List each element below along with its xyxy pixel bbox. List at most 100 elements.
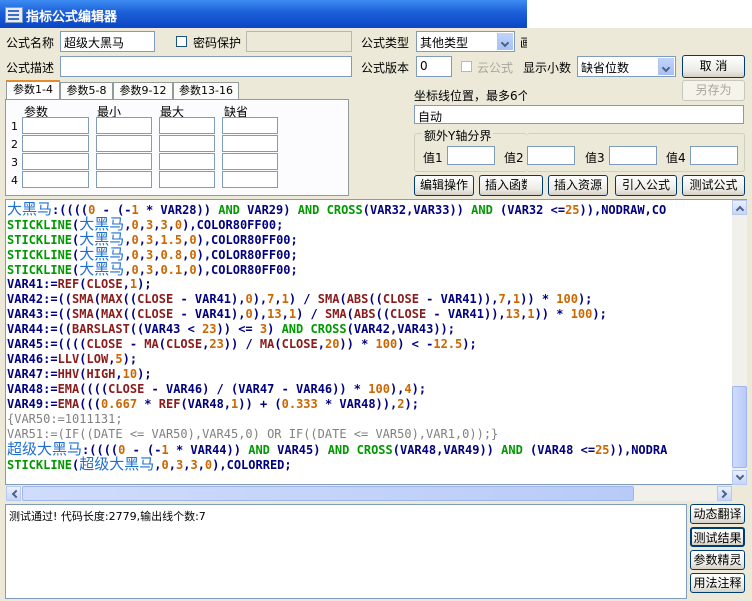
code-token: )),NODRAW,CO: [579, 203, 667, 217]
axis-position-input-ext[interactable]: [527, 105, 744, 124]
code-token: STICKLINE: [7, 218, 73, 232]
tab-params-13-16[interactable]: 参数13-16: [173, 82, 239, 99]
test-result-button[interactable]: 测试结果: [690, 527, 745, 547]
extra-y-value4-input[interactable]: [690, 146, 738, 165]
code-token: VAR46:=: [7, 352, 58, 366]
code-token: ),: [252, 292, 268, 306]
chevron-down-icon[interactable]: [497, 33, 513, 50]
draw-method-label: 画: [520, 36, 527, 50]
formula-desc-input[interactable]: [60, 56, 352, 77]
code-token: ,: [124, 263, 132, 277]
formula-name-input[interactable]: 超级大黑马: [60, 31, 155, 52]
import-formula-button[interactable]: 引入公式: [615, 175, 677, 196]
formula-version-input[interactable]: 0: [416, 56, 452, 77]
code-token: - VAR41)),: [426, 307, 506, 321]
code-line[interactable]: STICKLINE(大黑马,0,3,1.5,0),COLOR80FF00;: [7, 232, 298, 248]
param-3-max-input[interactable]: [159, 153, 215, 170]
code-line[interactable]: VAR45:=((((CLOSE - MA(CLOSE,23)) / MA(CL…: [7, 337, 477, 352]
password-checkbox[interactable]: [176, 36, 187, 47]
extra-y-value2-input-ext[interactable]: [527, 146, 575, 165]
param-1-name-input[interactable]: [22, 117, 89, 134]
code-line[interactable]: VAR43:=((SMA(MAX((CLOSE - VAR41),0),13,1…: [7, 307, 607, 322]
code-token: VAR47:=: [7, 367, 58, 381]
param-2-name-input[interactable]: [22, 135, 89, 152]
code-token: ((: [122, 292, 138, 306]
save-as-button[interactable]: 另存为: [682, 80, 745, 101]
code-token: ),COLOR80FF00;: [182, 218, 284, 232]
insert-function-button[interactable]: 插入函数: [479, 175, 527, 196]
cancel-button[interactable]: 取 消: [682, 55, 745, 78]
code-token: AND: [248, 443, 270, 457]
code-line[interactable]: VAR47:=HHV(HIGH,10);: [7, 367, 152, 382]
param-4-name-input[interactable]: [22, 171, 89, 188]
desktop-background: [527, 0, 752, 28]
password-label: 密码保护: [193, 36, 242, 50]
param-1-min-input[interactable]: [96, 117, 152, 134]
extra-y-value2-label: 值2: [504, 151, 524, 165]
code-token: CLOSE: [165, 337, 203, 351]
code-line[interactable]: VAR42:=((SMA(MAX((CLOSE - VAR41),0),7,1)…: [7, 292, 592, 307]
tab-params-9-12[interactable]: 参数9-12: [113, 82, 173, 99]
decimals-select[interactable]: 缺省位数: [577, 56, 676, 77]
param-2-default-input[interactable]: [222, 135, 278, 152]
param-2-max-input[interactable]: [159, 135, 215, 152]
edit-operation-button[interactable]: 编辑操作: [414, 175, 474, 196]
scroll-left-arrow-icon[interactable]: [6, 486, 21, 501]
horizontal-scroll-thumb[interactable]: [22, 486, 634, 501]
chevron-down-icon[interactable]: [658, 58, 674, 75]
code-line[interactable]: VAR49:=EMA(((0.667 * REF(VAR48,1)) + (0.…: [7, 397, 419, 412]
code-token: CLOSE: [382, 292, 419, 306]
code-token: - VAR41),: [173, 307, 246, 321]
tab-params-1-4[interactable]: 参数1-4: [6, 80, 60, 100]
dynamic-translate-button[interactable]: 动态翻译: [690, 504, 745, 524]
code-line[interactable]: VAR48:=EMA((((CLOSE - VAR46) / (VAR47 - …: [7, 382, 426, 397]
scroll-right-arrow-icon[interactable]: [717, 486, 732, 501]
formula-type-value: 其他类型: [420, 36, 469, 50]
code-token: ),COLOR80FF00;: [196, 248, 298, 262]
code-editor[interactable]: 大黑马:((((0 - (-1 * VAR28)) AND VAR29) AND…: [5, 199, 747, 485]
test-formula-button[interactable]: 测试公式: [682, 175, 745, 196]
extra-y-value1-input[interactable]: [447, 146, 495, 165]
extra-y-value3-input[interactable]: [609, 146, 657, 165]
param-3-min-input[interactable]: [96, 153, 152, 170]
param-1-default-input[interactable]: [222, 117, 278, 134]
code-line[interactable]: {VAR50:=1011131;: [7, 412, 123, 427]
scroll-up-arrow-icon[interactable]: [732, 200, 747, 215]
code-horizontal-scrollbar[interactable]: [6, 486, 732, 501]
code-vertical-scrollbar[interactable]: [732, 200, 747, 485]
param-3-name-input[interactable]: [22, 153, 89, 170]
code-token: )) *: [339, 337, 376, 351]
code-line[interactable]: STICKLINE(大黑马,0,3,0.1,0),COLOR80FF00;: [7, 262, 298, 278]
code-token: ,: [168, 458, 176, 472]
code-token: 0: [189, 233, 197, 247]
code-line[interactable]: STICKLINE(大黑马,0,3,3,0),COLOR80FF00;: [7, 217, 284, 233]
tab-params-5-8[interactable]: 参数5-8: [60, 82, 113, 99]
formula-type-select[interactable]: 其他类型: [416, 31, 515, 52]
insert-resource-button[interactable]: 插入资源: [548, 175, 608, 196]
code-line[interactable]: VAR46:=LLV(LOW,5);: [7, 352, 137, 367]
cloud-formula-checkbox[interactable]: [461, 61, 472, 72]
axis-position-input[interactable]: 自动: [414, 105, 527, 124]
code-token: 7: [498, 292, 506, 306]
code-line[interactable]: STICKLINE(大黑马,0,3,0.8,0),COLOR80FF00;: [7, 247, 298, 263]
code-line[interactable]: VAR44:=((BARSLAST((VAR43 < 23)) <= 3) AN…: [7, 322, 455, 337]
code-token: 0: [189, 263, 197, 277]
vertical-scroll-thumb[interactable]: [732, 386, 747, 468]
param-3-default-input[interactable]: [222, 153, 278, 170]
code-line[interactable]: VAR41:=REF(CLOSE,1);: [7, 277, 152, 292]
param-4-min-input[interactable]: [96, 171, 152, 188]
param-2-min-input[interactable]: [96, 135, 152, 152]
code-token: (VAR32,VAR33)): [362, 203, 472, 217]
param-4-max-input[interactable]: [159, 171, 215, 188]
code-token: )) + (: [238, 397, 282, 411]
scroll-down-arrow-icon[interactable]: [732, 470, 747, 485]
usage-note-button[interactable]: 用法注释: [690, 573, 745, 593]
code-token: );: [122, 352, 138, 366]
param-1-max-input[interactable]: [159, 117, 215, 134]
param-4-default-input[interactable]: [222, 171, 278, 188]
title-bar[interactable]: 指标公式编辑器: [0, 0, 527, 28]
insert-function-button-ext[interactable]: [527, 175, 543, 196]
param-wizard-button[interactable]: 参数精灵: [690, 550, 745, 570]
code-line[interactable]: STICKLINE(超级大黑马,0,3,3,0),COLORRED;: [7, 457, 292, 473]
